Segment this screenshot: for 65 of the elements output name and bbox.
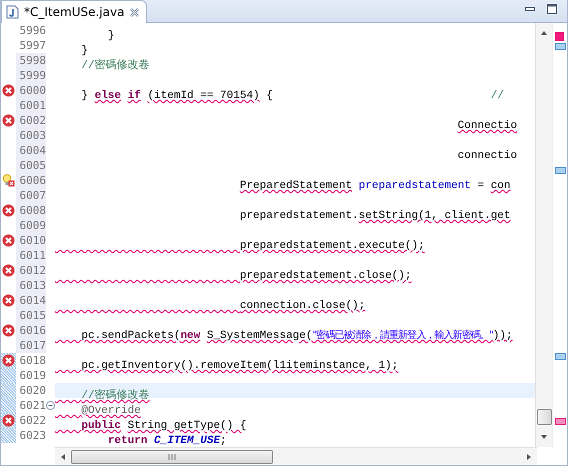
line-number: 6001 [16,98,46,113]
maximize-icon [547,4,557,14]
line-number: 6016 [16,323,46,338]
line-number: 6023 [18,428,46,443]
scroll-down-icon[interactable] [540,433,548,441]
line-number: 6002 [16,113,46,128]
line-number: 5996 [18,23,46,38]
code-line: preparedstatement.execute(); [238,240,425,252]
line-number: 6000 [16,83,46,98]
annotation-marker[interactable] [555,43,566,50]
scroll-up-icon[interactable] [540,29,548,37]
code-line: //密碼修改卷 [80,60,150,72]
line-number: 6022 [18,413,46,428]
vertical-scrollbar[interactable] [535,23,552,447]
code-line: pc.sendPackets(new S_SystemMessage("密碼已被清除，請重新登入，輸入新密碼。")); [80,330,513,342]
error-marker[interactable] [555,32,564,41]
line-number: 6008 [16,203,46,218]
code-line: connectio [456,150,518,162]
scrollbar-thumb[interactable] [71,450,273,464]
scroll-left-icon[interactable] [59,452,67,460]
code-line: } [106,30,114,42]
line-number: 6013 [16,278,46,293]
minimize-icon [525,6,535,12]
close-icon[interactable] [129,6,140,18]
collapse-icon[interactable] [46,401,55,410]
code-line: pc.getInventory().removeItem(l1iteminstance, 1); [80,360,398,372]
code-line: PreparedStatement preparedstatement = con [238,180,511,192]
horizontal-scrollbar[interactable] [55,447,537,465]
code-line: connection.close(); [238,300,366,312]
annotation-marker[interactable] [555,353,566,360]
scrollbar-thumb[interactable] [536,409,552,425]
line-number: 6009 [16,218,46,233]
line-number: 5999 [16,68,46,83]
code-line: return C_ITEM_USE; [106,435,227,447]
line-number: 6017 [16,338,46,353]
editor-tab[interactable]: *C_ItemUSe.java [1,0,148,23]
line-number: 6019 [18,368,46,383]
line-number: 6012 [16,263,46,278]
error-marker[interactable] [555,418,566,425]
line-number: 6007 [16,188,46,203]
line-number: 6018 [18,353,46,368]
code-line: preparedstatement.close(); [238,270,412,282]
maximize-button[interactable] [545,2,559,16]
line-number: 6014 [16,293,46,308]
code-line: Connectio [456,120,518,132]
line-number: 6006 [16,173,46,188]
line-number: 6004 [16,143,46,158]
code-line: } else if (itemId == 70154) { // [80,90,504,102]
line-number: 5997 [18,38,46,53]
scroll-right-icon[interactable] [525,452,533,460]
annotation-marker[interactable] [555,167,566,174]
line-number: 6003 [16,128,46,143]
code-line: preparedstatement.setString(1, client.get [238,210,510,222]
line-number: 6015 [16,308,46,323]
code-line: @Override [80,405,141,417]
line-number: 6021 [18,398,46,413]
code-line: public String getType() { [80,420,246,432]
line-number: 6005 [16,158,46,173]
line-number: 6020 [18,383,46,398]
line-number: 6011 [16,248,46,263]
code-line: } [80,45,88,57]
code-line: //密碼修改卷 [80,390,150,402]
line-number: 5998 [16,53,46,68]
java-file-icon [6,5,19,19]
line-number: 6010 [16,233,46,248]
